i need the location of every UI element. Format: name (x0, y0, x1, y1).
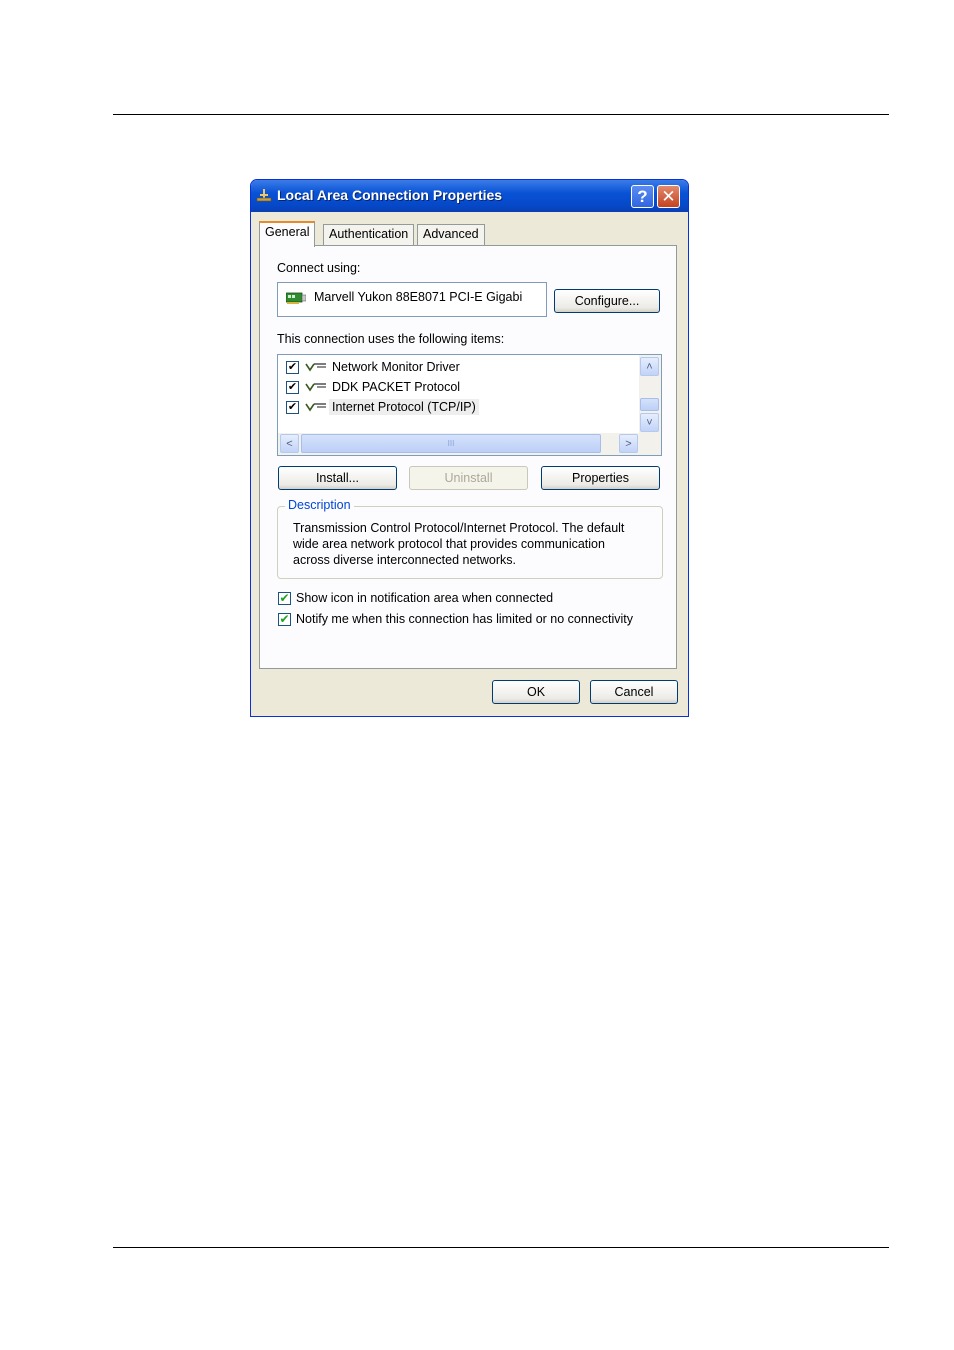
title-bar[interactable]: Local Area Connection Properties ? ✕ (251, 180, 688, 212)
tab-advanced[interactable]: Advanced (417, 224, 485, 246)
tab-general[interactable]: General (259, 221, 316, 247)
protocol-icon (305, 403, 326, 412)
item-checkbox[interactable]: ✔ (286, 400, 299, 414)
item-label: Internet Protocol (TCP/IP) (329, 399, 479, 415)
items-label: This connection uses the following items… (277, 332, 505, 346)
configure-button[interactable]: Configure... (554, 289, 660, 313)
scroll-down-icon[interactable]: ˅ (640, 413, 659, 432)
description-text: Transmission Control Protocol/Internet P… (293, 521, 625, 567)
notify-label[interactable]: Notify me when this connection has limit… (296, 612, 633, 626)
description-title: Description (285, 498, 354, 512)
item-checkbox[interactable]: ✔ (286, 360, 299, 374)
item-checkbox[interactable]: ✔ (286, 380, 299, 394)
vertical-scroll-thumb[interactable] (640, 398, 659, 411)
protocol-icon (305, 383, 326, 392)
close-button[interactable]: ✕ (657, 185, 680, 208)
scroll-right-icon[interactable]: > (619, 434, 638, 453)
dialog-title: Local Area Connection Properties (277, 187, 503, 203)
show-icon-checkbox[interactable]: ✔ (278, 592, 291, 605)
description-group: Description Transmission Control Protoco… (277, 498, 663, 579)
horizontal-scroll-thumb[interactable]: III (301, 434, 601, 453)
network-connection-icon (256, 189, 272, 202)
properties-button[interactable]: Properties (541, 466, 660, 490)
general-panel: Connect using: Marvell Yukon 88E8071 PCI… (259, 245, 677, 669)
notify-checkbox[interactable]: ✔ (278, 613, 291, 626)
protocol-icon (305, 363, 326, 372)
footer-rule (113, 1247, 889, 1248)
install-button[interactable]: Install... (278, 466, 397, 490)
show-icon-label[interactable]: Show icon in notification area when conn… (296, 591, 553, 605)
tab-authentication[interactable]: Authentication (323, 224, 415, 246)
uninstall-button[interactable]: Uninstall (409, 466, 528, 490)
item-label: DDK PACKET Protocol (332, 380, 461, 394)
cancel-button[interactable]: Cancel (590, 680, 678, 704)
help-button[interactable]: ? (631, 185, 654, 208)
list-item[interactable]: ✔ Internet Protocol (TCP/IP) (286, 398, 479, 416)
network-card-icon (286, 292, 306, 304)
horizontal-scrollbar[interactable]: < III > (278, 433, 661, 455)
connection-properties-dialog: Local Area Connection Properties ? ✕ Gen… (250, 179, 689, 717)
list-item[interactable]: ✔ Network Monitor Driver (286, 358, 463, 376)
adapter-field: Marvell Yukon 88E8071 PCI-E Gigabi (277, 282, 547, 317)
connect-using-label: Connect using: (277, 261, 361, 275)
item-label: Network Monitor Driver (332, 360, 460, 374)
adapter-name: Marvell Yukon 88E8071 PCI-E Gigabi (314, 290, 523, 304)
list-item[interactable]: ✔ DDK PACKET Protocol (286, 378, 463, 396)
ok-button[interactable]: OK (492, 680, 580, 704)
components-list[interactable]: ✔ Network Monitor Driver ✔ DDK PACKET Pr… (277, 354, 662, 456)
scroll-left-icon[interactable]: < (280, 434, 299, 453)
vertical-scrollbar[interactable]: ˄ ˅ (639, 355, 661, 433)
scroll-up-icon[interactable]: ˄ (640, 357, 659, 376)
header-rule (113, 114, 889, 115)
